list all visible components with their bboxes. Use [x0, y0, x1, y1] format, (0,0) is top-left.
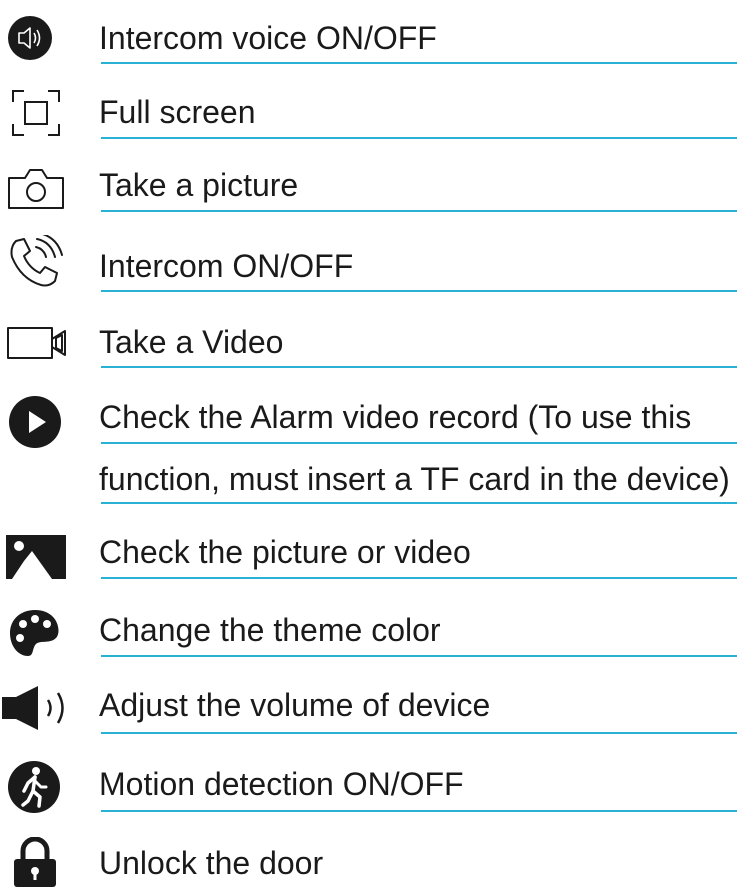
divider	[101, 366, 737, 368]
legend-item-gallery: Check the picture or video	[0, 510, 747, 585]
legend-label: Intercom ON/OFF	[99, 248, 354, 284]
divider	[101, 290, 737, 292]
legend-item-take-video: Take a Video	[0, 293, 747, 370]
divider	[101, 732, 737, 734]
divider	[101, 502, 737, 504]
divider	[101, 210, 737, 212]
palette-icon	[10, 610, 59, 656]
legend-label: Check the picture or video	[99, 534, 471, 570]
motion-walker-icon	[8, 761, 60, 813]
legend-label: Intercom voice ON/OFF	[99, 20, 437, 56]
divider	[101, 577, 737, 579]
legend-item-theme-color: Change the theme color	[0, 585, 747, 660]
divider	[101, 442, 737, 444]
legend-label-line2: function, must insert a TF card in the d…	[99, 461, 730, 497]
play-icon	[9, 396, 61, 448]
phone-call-icon	[10, 235, 63, 287]
legend-item-alarm-record: Check the Alarm video record (To use thi…	[0, 370, 747, 510]
legend-item-motion-detection: Motion detection ON/OFF	[0, 737, 747, 817]
camera-icon	[8, 169, 64, 209]
legend-label-line1: Check the Alarm video record (To use thi…	[99, 399, 692, 435]
gallery-icon	[6, 535, 66, 579]
fullscreen-icon	[12, 90, 60, 136]
legend-label: Take a Video	[99, 324, 284, 360]
divider	[101, 810, 737, 812]
legend-label: Full screen	[99, 94, 256, 130]
legend-item-intercom: Intercom ON/OFF	[0, 215, 747, 293]
legend-item-full-screen: Full screen	[0, 70, 747, 140]
legend-label: Change the theme color	[99, 612, 441, 648]
speaker-toggle-icon	[8, 16, 52, 60]
legend-item-unlock: Unlock the door	[0, 817, 747, 887]
legend-item-volume: Adjust the volume of device	[0, 660, 747, 737]
legend-item-take-picture: Take a picture	[0, 140, 747, 215]
legend-label: Unlock the door	[99, 845, 324, 881]
legend-label: Adjust the volume of device	[99, 687, 491, 723]
divider	[101, 62, 737, 64]
volume-icon	[2, 686, 64, 730]
divider	[101, 655, 737, 657]
video-camera-icon	[7, 327, 66, 359]
legend-label: Motion detection ON/OFF	[99, 766, 464, 802]
divider	[101, 137, 737, 139]
lock-icon	[14, 837, 56, 887]
legend-label: Take a picture	[99, 167, 299, 203]
legend-item-intercom-voice: Intercom voice ON/OFF	[0, 0, 747, 70]
